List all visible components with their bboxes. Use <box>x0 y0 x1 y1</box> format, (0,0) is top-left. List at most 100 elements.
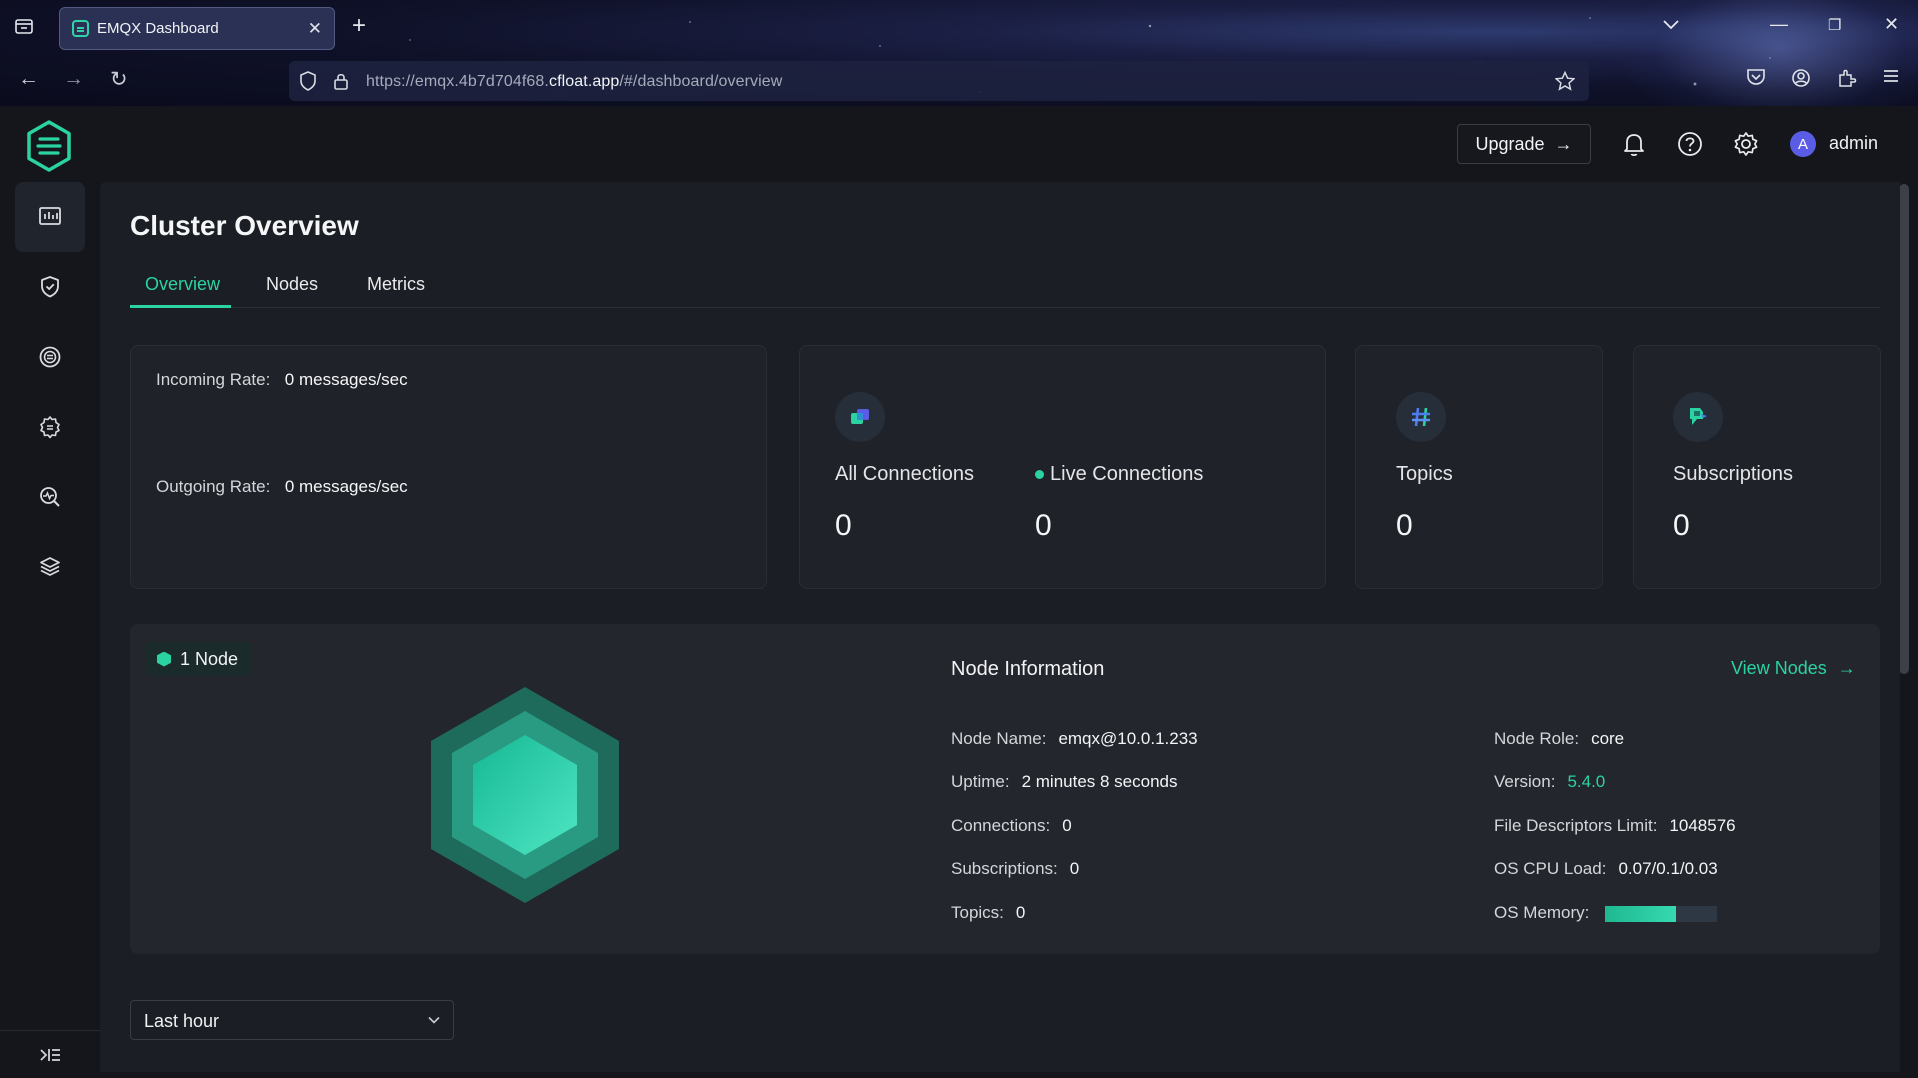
file-descriptors-label: File Descriptors Limit: <box>1494 816 1658 835</box>
node-role-row: Node Role: core <box>1494 729 1624 749</box>
cpu-load-row: OS CPU Load: 0.07/0.1/0.03 <box>1494 859 1718 879</box>
os-memory-progress-bar <box>1605 905 1718 922</box>
extensions-icon[interactable] <box>1837 68 1857 94</box>
node-role-label: Node Role: <box>1494 729 1580 748</box>
menu-icon[interactable] <box>1882 68 1900 90</box>
node-name-value: emqx@10.0.1.233 <box>1058 729 1198 748</box>
sidebar-item-diagnose[interactable] <box>15 462 85 532</box>
uptime-label: Uptime: <box>951 772 1010 791</box>
hash-icon <box>1396 392 1446 442</box>
gear-management-icon <box>40 416 60 439</box>
avatar[interactable]: A <box>1790 131 1816 157</box>
settings-gear-icon[interactable] <box>1732 130 1760 158</box>
username[interactable]: admin <box>1829 133 1878 154</box>
topics-row: Topics: 0 <box>951 903 1025 923</box>
sidebar <box>0 182 100 1078</box>
url-text[interactable]: https://emqx.4b7d704f68.cfloat.app/#/das… <box>366 73 782 91</box>
node-name-label: Node Name: <box>951 729 1047 748</box>
bookmark-star-icon[interactable] <box>1554 70 1576 96</box>
time-range-select[interactable]: Last hour <box>130 1000 454 1040</box>
node-count-badge: 1 Node <box>145 642 253 676</box>
tab-metrics[interactable]: Metrics <box>367 274 425 295</box>
emqx-logo-icon[interactable] <box>26 120 72 172</box>
vertical-scrollbar[interactable] <box>1899 184 1909 674</box>
minimize-icon[interactable]: — <box>1770 14 1788 35</box>
account-icon[interactable] <box>1791 68 1811 94</box>
time-range-value: Last hour <box>144 1011 220 1031</box>
connections-icon <box>835 392 885 442</box>
close-window-icon[interactable]: ✕ <box>1884 14 1899 35</box>
overview-tabs: Overview Nodes Metrics <box>130 266 1880 308</box>
incoming-rate-value: 0 messages/sec <box>284 370 408 389</box>
connections-value: 0 <box>1062 816 1072 835</box>
bell-icon[interactable] <box>1621 130 1649 158</box>
topics-label: Topics <box>1396 463 1453 485</box>
uptime-row: Uptime: 2 minutes 8 seconds <box>951 772 1178 792</box>
outgoing-rate-value: 0 messages/sec <box>284 477 408 496</box>
connections-card: All Connections 0 Live Connections 0 <box>799 345 1326 589</box>
restore-icon[interactable]: ❐ <box>1828 16 1841 34</box>
node-subscriptions-value: 0 <box>1069 859 1080 878</box>
arrow-right-icon: → <box>1837 658 1856 678</box>
topics-value: 0 <box>1396 509 1413 542</box>
diagnose-icon <box>40 487 60 507</box>
tab-nodes[interactable]: Nodes <box>266 274 318 295</box>
back-icon[interactable]: ← <box>18 67 39 91</box>
node-subscriptions-label: Subscriptions: <box>951 859 1058 878</box>
node-panel: 1 Node Node Information View Nodes → Nod… <box>130 624 1880 954</box>
forward-icon[interactable]: → <box>63 67 84 91</box>
node-hexagon-icon[interactable] <box>427 685 623 905</box>
node-name-row: Node Name: emqx@10.0.1.233 <box>951 729 1198 749</box>
sidebar-item-dashboard[interactable] <box>15 182 85 252</box>
upgrade-label: Upgrade <box>1475 133 1545 154</box>
tab-overview[interactable]: Overview <box>145 274 220 295</box>
all-connections-label: All Connections <box>835 463 974 485</box>
incoming-rate-label: Incoming Rate: <box>156 370 271 389</box>
view-nodes-link[interactable]: View Nodes → <box>1731 658 1856 679</box>
tab-title: EMQX Dashboard <box>97 20 219 37</box>
collapse-sidebar-icon[interactable] <box>0 1030 100 1078</box>
lock-icon[interactable] <box>333 71 349 96</box>
node-information-title: Node Information <box>951 658 1105 680</box>
browser-tab[interactable]: EMQX Dashboard ✕ <box>59 7 335 50</box>
subscriptions-value: 0 <box>1673 509 1690 542</box>
node-topics-label: Topics: <box>951 903 1004 922</box>
sidebar-item-integration[interactable] <box>15 322 85 392</box>
os-memory-row: OS Memory: <box>1494 903 1718 923</box>
main-content: Cluster Overview Overview Nodes Metrics … <box>100 182 1900 1072</box>
pocket-icon[interactable] <box>1746 68 1766 92</box>
address-bar[interactable]: https://emqx.4b7d704f68.cfloat.app/#/das… <box>289 61 1589 101</box>
live-connections-value: 0 <box>1035 509 1052 542</box>
subscriptions-icon <box>1673 392 1723 442</box>
browser-chrome: EMQX Dashboard ✕ + — ❐ ✕ ← → ↻ https://e… <box>0 0 1918 106</box>
node-role-value: core <box>1591 729 1625 748</box>
version-row: Version: 5.4.0 <box>1494 772 1605 792</box>
version-value: 5.4.0 <box>1567 772 1606 791</box>
close-tab-icon[interactable]: ✕ <box>308 19 322 39</box>
topics-card: Topics 0 <box>1355 345 1603 589</box>
tab-overflow-chevron-icon[interactable] <box>1662 14 1680 35</box>
reload-icon[interactable]: ↻ <box>110 67 128 92</box>
uptime-value: 2 minutes 8 seconds <box>1021 772 1178 791</box>
message-rate-card: Incoming Rate: 0 messages/sec Outgoing R… <box>130 345 767 589</box>
active-tab-indicator <box>130 305 231 308</box>
sidebar-item-extensions[interactable] <box>15 532 85 602</box>
cpu-load-value: 0.07/0.1/0.03 <box>1618 859 1718 878</box>
tab-list-icon[interactable] <box>12 17 36 39</box>
connections-label: Connections: <box>951 816 1051 835</box>
emqx-favicon-icon <box>72 20 89 37</box>
integration-icon <box>39 346 61 368</box>
upgrade-button[interactable]: Upgrade → <box>1457 124 1591 164</box>
help-icon[interactable] <box>1676 130 1704 158</box>
file-descriptors-row: File Descriptors Limit: 1048576 <box>1494 816 1736 836</box>
node-topics-value: 0 <box>1015 903 1026 922</box>
version-label: Version: <box>1494 772 1556 791</box>
shield-icon <box>41 276 59 298</box>
sidebar-item-management[interactable] <box>15 392 85 462</box>
sidebar-item-access-control[interactable] <box>15 252 85 322</box>
connections-row: Connections: 0 <box>951 816 1072 836</box>
layers-icon <box>40 557 60 576</box>
file-descriptors-value: 1048576 <box>1669 816 1736 835</box>
shield-tracking-icon[interactable] <box>299 71 317 96</box>
new-tab-icon[interactable]: + <box>352 12 366 40</box>
